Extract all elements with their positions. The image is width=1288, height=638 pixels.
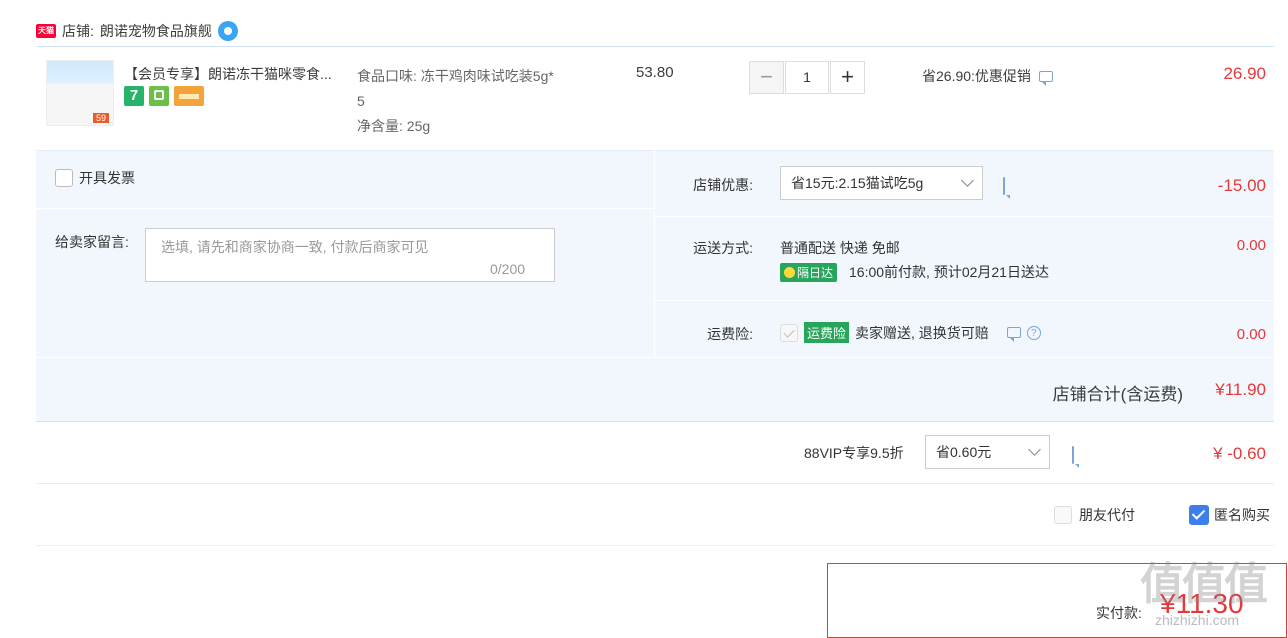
anonymous-option[interactable]: 匿名购买 xyxy=(1189,505,1270,525)
promotion-info: 省26.90:优惠促销 xyxy=(922,66,1053,86)
divider xyxy=(655,300,1274,301)
product-thumbnail[interactable] xyxy=(46,60,114,126)
shipping-label: 运送方式: xyxy=(693,240,753,256)
divider xyxy=(36,357,1274,358)
next-day-label: 隔日达 xyxy=(797,265,834,280)
seven-day-return-icon[interactable]: 7 xyxy=(124,86,144,106)
insurance-option: 运费险 卖家赠送, 退换货可赔 ? xyxy=(780,322,1041,343)
sku-info: 食品口味: 冻干鸡肉味试吃装5g* 5 净含量: 25g xyxy=(357,64,554,139)
item-subtotal: 26.90 xyxy=(1223,64,1266,83)
card-icon[interactable] xyxy=(174,86,204,106)
promotion-text: 省26.90:优惠促销 xyxy=(922,68,1031,84)
message-label: 给卖家留言: xyxy=(55,234,129,250)
sku-weight: 净含量: 25g xyxy=(357,118,431,134)
sku-flavor: 食品口味: 冻干鸡肉味试吃装5g* xyxy=(357,68,554,84)
shipping-eta-row: 隔日达 16:00前付款, 预计02月21日送达 xyxy=(780,262,1049,282)
decrease-button[interactable]: − xyxy=(749,61,784,94)
divider xyxy=(655,216,1274,217)
message-placeholder: 选填, 请先和商家协商一致, 付款后商家可见 xyxy=(161,239,429,255)
shipping-value: 0.00 xyxy=(1236,237,1266,254)
shop-discount-selected: 省15元:2.15猫试吃5g xyxy=(791,175,924,191)
quantity-input[interactable]: 1 xyxy=(785,61,829,94)
shipping-method: 普通配送 快递 免邮 xyxy=(780,240,900,256)
insurance-value: 0.00 xyxy=(1236,326,1266,343)
insurance-badge: 运费险 xyxy=(804,322,850,343)
shop-discount-value: -15.00 xyxy=(1217,176,1266,195)
increase-button[interactable]: + xyxy=(830,61,865,94)
shop-label: 店铺: xyxy=(62,23,94,39)
chevron-down-icon xyxy=(1028,443,1041,456)
anonymous-checkbox[interactable] xyxy=(1189,505,1209,525)
divider xyxy=(36,208,654,209)
product-title-link[interactable]: 【会员专享】朗诺冻干猫咪零食... xyxy=(124,64,332,84)
comment-icon[interactable] xyxy=(1006,327,1021,342)
bag-icon[interactable] xyxy=(149,86,169,106)
wangwang-chat-icon[interactable] xyxy=(217,21,238,41)
shop-total-value: ¥11.90 xyxy=(1215,380,1266,399)
watermark-logo: 值值值 xyxy=(1140,560,1268,609)
divider xyxy=(36,46,1274,47)
shop-header: 天猫 店铺: 朗诺宠物食品旗舰 xyxy=(36,18,238,44)
quantity-stepper: − 1 + xyxy=(749,61,865,94)
divider xyxy=(36,483,1274,484)
comment-icon[interactable] xyxy=(1072,446,1074,464)
friend-pay-checkbox[interactable] xyxy=(1054,506,1072,524)
comment-icon[interactable] xyxy=(1003,177,1005,195)
product-badges: 7 xyxy=(124,86,204,106)
payment-label: 实付款: xyxy=(1096,605,1142,621)
friend-pay-option[interactable]: 朋友代付 xyxy=(1054,505,1135,525)
unit-price: 53.80 xyxy=(636,64,674,81)
shop-discount-label: 店铺优惠: xyxy=(693,177,753,193)
next-day-badge: 隔日达 xyxy=(780,262,838,282)
divider xyxy=(36,545,1274,546)
message-counter: 0/200 xyxy=(490,261,526,277)
chevron-down-icon xyxy=(961,174,974,187)
sku-flavor-cont: 5 xyxy=(357,93,365,109)
vip-discount-value: ¥ -0.60 xyxy=(1213,444,1266,463)
tmall-logo-icon: 天猫 xyxy=(36,24,56,38)
invoice-option[interactable]: 开具发票 xyxy=(55,168,135,188)
invoice-label: 开具发票 xyxy=(79,170,135,186)
vip-discount-selected: 省0.60元 xyxy=(936,444,992,460)
shipping-eta: 16:00前付款, 预计02月21日送达 xyxy=(849,264,1049,280)
friend-pay-label: 朋友代付 xyxy=(1079,507,1135,523)
vip-discount-label: 88VIP专享9.5折 xyxy=(804,445,904,461)
vip-discount-select[interactable]: 省0.60元 xyxy=(925,435,1050,469)
shop-name-link[interactable]: 朗诺宠物食品旗舰 xyxy=(100,21,212,41)
comment-icon[interactable] xyxy=(1038,70,1053,86)
insurance-label: 运费险: xyxy=(707,326,753,342)
insurance-checkbox xyxy=(780,323,798,342)
anonymous-label: 匿名购买 xyxy=(1214,507,1270,523)
insurance-text: 卖家赠送, 退换货可赔 xyxy=(855,324,989,341)
invoice-checkbox[interactable] xyxy=(55,169,73,187)
lightning-icon xyxy=(784,266,795,278)
shop-total-label: 店铺合计(含运费) xyxy=(1052,385,1183,404)
watermark-site: zhizhizhi.com xyxy=(1155,612,1240,628)
shop-discount-select[interactable]: 省15元:2.15猫试吃5g xyxy=(780,166,983,200)
help-icon[interactable]: ? xyxy=(1026,325,1041,340)
